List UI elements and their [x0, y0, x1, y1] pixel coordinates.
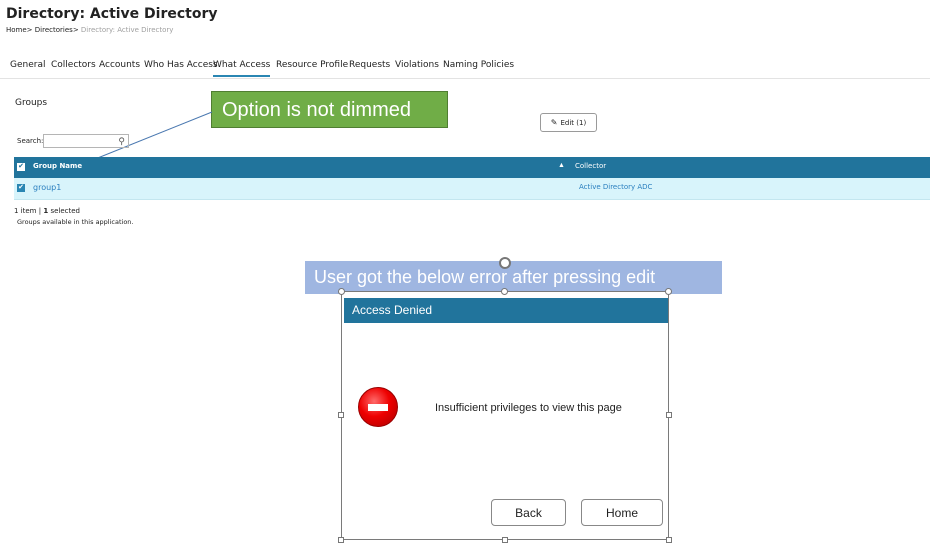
item-count-separator: |: [38, 207, 42, 215]
search-input[interactable]: ⚲: [43, 134, 129, 148]
resize-handle[interactable]: [501, 288, 508, 295]
select-all-checkbox[interactable]: ✔: [17, 163, 25, 171]
access-denied-dialog: Access Denied Insufficient privileges to…: [341, 291, 669, 540]
rotate-handle-icon[interactable]: [499, 257, 511, 269]
back-button[interactable]: Back: [491, 499, 566, 526]
dialog-message: Insufficient privileges to view this pag…: [435, 402, 622, 414]
sort-ascending-icon[interactable]: ▲: [558, 162, 565, 169]
resize-handle[interactable]: [666, 412, 672, 418]
resize-handle[interactable]: [338, 288, 345, 295]
resize-handle[interactable]: [502, 537, 508, 543]
item-count-total: 1 item: [14, 207, 37, 215]
edit-button[interactable]: ✎ Edit (1): [540, 113, 597, 132]
resize-handle[interactable]: [665, 288, 672, 295]
item-count-selected-word: selected: [50, 207, 80, 215]
table-row[interactable]: ✔ group1 Active Directory ADC: [14, 178, 930, 200]
column-header-collector[interactable]: Collector: [575, 162, 606, 170]
pencil-icon: ✎: [550, 118, 558, 127]
groups-note: Groups available in this application.: [17, 218, 134, 226]
collector-link[interactable]: Active Directory ADC: [579, 183, 652, 191]
edit-button-label: Edit (1): [560, 119, 587, 127]
item-count: 1 item | 1 selected: [14, 207, 80, 215]
annotation-caption: User got the below error after pressing …: [305, 261, 722, 294]
resize-handle[interactable]: [666, 537, 672, 543]
resize-handle[interactable]: [338, 537, 344, 543]
column-header-group-name[interactable]: Group Name: [33, 162, 82, 170]
table-header: ✔ Group Name ▲ Collector: [14, 157, 930, 178]
home-button[interactable]: Home: [581, 499, 663, 526]
search-label: Search:: [17, 137, 44, 145]
dialog-title: Access Denied: [344, 298, 668, 323]
search-icon[interactable]: ⚲: [118, 135, 125, 148]
item-count-selected-number: 1: [43, 207, 49, 215]
stop-icon: [358, 387, 398, 427]
row-checkbox[interactable]: ✔: [17, 184, 25, 192]
resize-handle[interactable]: [338, 412, 344, 418]
group-name-link[interactable]: group1: [33, 183, 61, 192]
